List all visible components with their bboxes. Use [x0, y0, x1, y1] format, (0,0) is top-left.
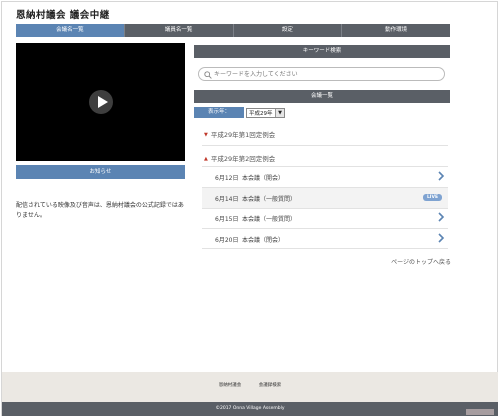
footer: 恩納村議会 会議録検索: [2, 372, 498, 402]
meeting-row[interactable]: 6月15日 本会議（一般質問）: [202, 208, 448, 228]
site-title: 恩納村議会 議会中継: [16, 10, 110, 21]
keyword-search-input[interactable]: [214, 69, 439, 79]
meeting-row[interactable]: 6月20日 本会議（閉会）: [202, 229, 448, 249]
year-select-value: 平成29年: [249, 110, 273, 117]
back-to-top-link[interactable]: ページのトップへ戻る: [391, 257, 451, 266]
meeting-date: 6月15日: [215, 216, 239, 223]
live-badge: LIVE: [423, 194, 442, 201]
session-item[interactable]: ▼ 平成29年第1回定例会: [204, 129, 275, 139]
meeting-name: 本会議（一般質問）: [242, 216, 297, 223]
main-nav: 会議名一覧 議員名一覧 設定 動作環境: [16, 24, 450, 37]
meeting-row[interactable]: 6月14日 本会議（一般質問） LIVE: [202, 188, 448, 208]
copyright: ©2017 Onna Village Assembly: [2, 402, 498, 416]
search-box: [198, 67, 445, 81]
session-label: 平成29年第2回定例会: [210, 155, 276, 163]
year-label: 表示年：: [194, 107, 244, 118]
meeting-row[interactable]: 6月12日 本会議（開会）: [202, 167, 448, 187]
year-filter: 表示年： 平成29年 ▼: [194, 107, 285, 118]
meeting-name: 本会議（閉会）: [242, 237, 285, 244]
chevron-right-icon: [438, 212, 445, 222]
nav-tab-settings[interactable]: 設定: [234, 24, 343, 37]
nav-tab-environment[interactable]: 動作環境: [342, 24, 450, 37]
meeting-date: 6月12日: [215, 175, 239, 182]
footer-link-minutes-search[interactable]: 会議録検索: [259, 383, 282, 388]
divider: [202, 248, 448, 249]
year-select[interactable]: 平成29年 ▼: [246, 107, 285, 118]
divider: [202, 145, 448, 146]
footer-link-assembly[interactable]: 恩納村議会: [219, 383, 242, 388]
corner-mark: [466, 409, 494, 415]
expand-triangle-icon: ▼: [204, 132, 208, 138]
disclaimer-text: 配信されている映像及び音声は、恩納村議会の公式記録ではありません。: [16, 202, 184, 219]
search-icon: [204, 71, 212, 79]
chevron-right-icon: [438, 233, 445, 243]
notice-button[interactable]: お知らせ: [16, 165, 185, 179]
chevron-right-icon: [438, 171, 445, 181]
video-player[interactable]: [16, 43, 185, 161]
meeting-name: 本会議（開会）: [242, 175, 285, 182]
nav-tab-member-list[interactable]: 議員名一覧: [125, 24, 234, 37]
chevron-down-icon: ▼: [275, 108, 284, 117]
meeting-date: 6月14日: [215, 196, 239, 203]
collapse-triangle-icon: ▲: [204, 156, 208, 162]
nav-tab-meeting-list[interactable]: 会議名一覧: [16, 24, 125, 37]
meeting-name: 本会議（一般質問）: [242, 196, 297, 203]
meeting-list-header: 会議一覧: [194, 90, 450, 103]
keyword-search-header: キーワード検索: [194, 45, 450, 58]
session-label: 平成29年第1回定例会: [210, 131, 276, 139]
play-icon[interactable]: [89, 90, 113, 114]
session-item[interactable]: ▲ 平成29年第2回定例会: [204, 153, 275, 163]
footer-links: 恩納村議会 会議録検索: [2, 382, 498, 388]
meeting-date: 6月20日: [215, 237, 239, 244]
